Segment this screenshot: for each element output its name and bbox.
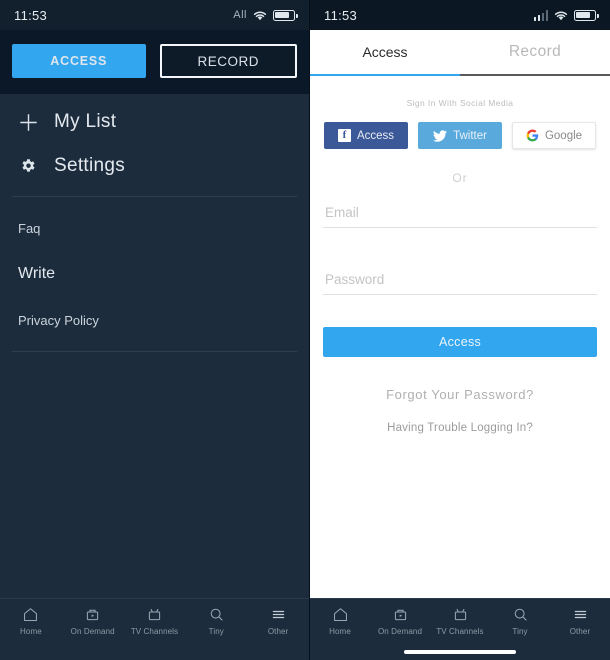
menu-divider — [12, 351, 297, 352]
nav-item-search[interactable]: Tiny — [490, 606, 550, 636]
sidebar-item-label: Faq — [18, 220, 41, 236]
sidebar-item-my-list[interactable]: My List — [0, 100, 309, 144]
sidebar-item-write[interactable]: Write — [0, 251, 309, 297]
status-time: 11:53 — [324, 7, 358, 23]
home-icon — [22, 606, 39, 623]
right-status-bar: 11:53 — [310, 0, 610, 30]
tab-record[interactable]: Record — [460, 30, 610, 74]
nav-item-home[interactable]: Home — [310, 606, 370, 636]
battery-icon — [574, 9, 599, 21]
forgot-password-link[interactable]: Forgot Your Password? — [323, 387, 597, 402]
battery-icon — [273, 9, 298, 21]
facebook-icon: f — [337, 129, 351, 142]
gear-icon — [18, 158, 38, 175]
nav-item-home[interactable]: Home — [0, 606, 62, 636]
signal-bars-icon — [533, 9, 548, 21]
trouble-logging-in-link[interactable]: Having Trouble Logging In? — [323, 422, 597, 434]
menu-icon — [572, 606, 589, 623]
social-buttons-row: f Access Twitter Google — [323, 122, 597, 149]
facebook-login-button[interactable]: f Access — [324, 122, 408, 149]
twitter-icon — [433, 129, 448, 142]
dual-screen-container: 11:53 All ACCESS RECORD My List Settings… — [0, 0, 610, 660]
email-input[interactable] — [323, 199, 597, 228]
menu-divider — [12, 196, 297, 197]
nav-item-other[interactable]: Other — [247, 606, 309, 636]
left-drawer-panel: 11:53 All ACCESS RECORD My List Settings… — [0, 0, 310, 660]
google-icon — [526, 129, 539, 142]
left-bottom-nav: Home On Demand TV Channels Tiny Other — [0, 598, 309, 660]
social-signin-title: Sign In With Social Media — [406, 98, 514, 108]
twitter-login-label: Twitter — [453, 129, 487, 142]
home-icon — [332, 606, 349, 623]
sidebar-item-label: Settings — [54, 155, 126, 176]
login-panel: 11:53 Access Record Sign In With Social … — [310, 0, 610, 660]
on-demand-icon — [392, 606, 409, 623]
left-status-bar: 11:53 All — [0, 0, 309, 30]
nav-item-search[interactable]: Tiny — [185, 606, 247, 636]
wifi-icon — [253, 10, 267, 21]
nav-item-label: TV Channels — [436, 627, 484, 636]
nav-item-label: Other — [267, 627, 289, 636]
tv-icon — [452, 606, 469, 623]
record-button[interactable]: RECORD — [159, 44, 297, 78]
submit-access-button[interactable]: Access — [323, 327, 597, 357]
nav-item-label: Home — [329, 627, 351, 636]
right-bottom-nav: Home On Demand TV Channels Tiny Other — [310, 598, 610, 660]
sidebar-item-label: Privacy Policy — [18, 312, 99, 328]
google-login-label: Google — [544, 129, 583, 142]
access-button[interactable]: ACCESS — [12, 44, 146, 78]
plus-icon — [18, 113, 38, 132]
signal-label: All — [233, 9, 247, 21]
search-icon — [512, 606, 529, 623]
tab-access[interactable]: Access — [310, 30, 460, 74]
auth-tabs: Access Record — [310, 30, 610, 74]
status-icons: All — [233, 9, 298, 21]
wifi-icon — [554, 10, 568, 21]
search-icon — [208, 606, 225, 623]
status-icons — [533, 9, 599, 21]
nav-item-label: TV Channels — [130, 627, 179, 636]
nav-item-label: Home — [20, 627, 42, 636]
nav-item-label: Tiny — [512, 627, 528, 636]
drawer-menu: My List Settings Faq Write Privacy Polic… — [0, 94, 309, 660]
nav-item-on-demand[interactable]: On Demand — [370, 606, 430, 636]
facebook-login-label: Access — [356, 129, 395, 142]
sidebar-item-label: Write — [18, 265, 56, 282]
nav-item-on-demand[interactable]: On Demand — [62, 606, 124, 636]
nav-item-other[interactable]: Other — [550, 606, 610, 636]
home-indicator[interactable] — [404, 650, 516, 654]
on-demand-icon — [84, 606, 101, 623]
status-time: 11:53 — [14, 7, 48, 23]
menu-icon — [270, 606, 287, 623]
sidebar-item-label: My List — [54, 111, 117, 132]
sidebar-item-privacy-policy[interactable]: Privacy Policy — [0, 297, 309, 343]
login-form: Sign In With Social Media f Access Twitt… — [310, 76, 610, 660]
nav-item-label: On Demand — [377, 627, 423, 636]
nav-item-tv-channels[interactable]: TV Channels — [430, 606, 490, 636]
tv-icon — [146, 606, 163, 623]
twitter-login-button[interactable]: Twitter — [418, 122, 502, 149]
email-field-wrapper — [323, 199, 597, 228]
google-login-button[interactable]: Google — [512, 122, 596, 149]
password-field-wrapper — [323, 266, 597, 295]
nav-item-label: On Demand — [70, 627, 115, 636]
nav-item-label: Tiny — [208, 627, 224, 636]
nav-item-tv-channels[interactable]: TV Channels — [124, 606, 186, 636]
drawer-header: ACCESS RECORD — [0, 30, 309, 94]
nav-item-label: Other — [569, 627, 591, 636]
or-divider-label: Or — [452, 171, 468, 185]
sidebar-item-settings[interactable]: Settings — [0, 144, 309, 188]
sidebar-item-faq[interactable]: Faq — [0, 205, 309, 251]
password-input[interactable] — [323, 266, 597, 295]
